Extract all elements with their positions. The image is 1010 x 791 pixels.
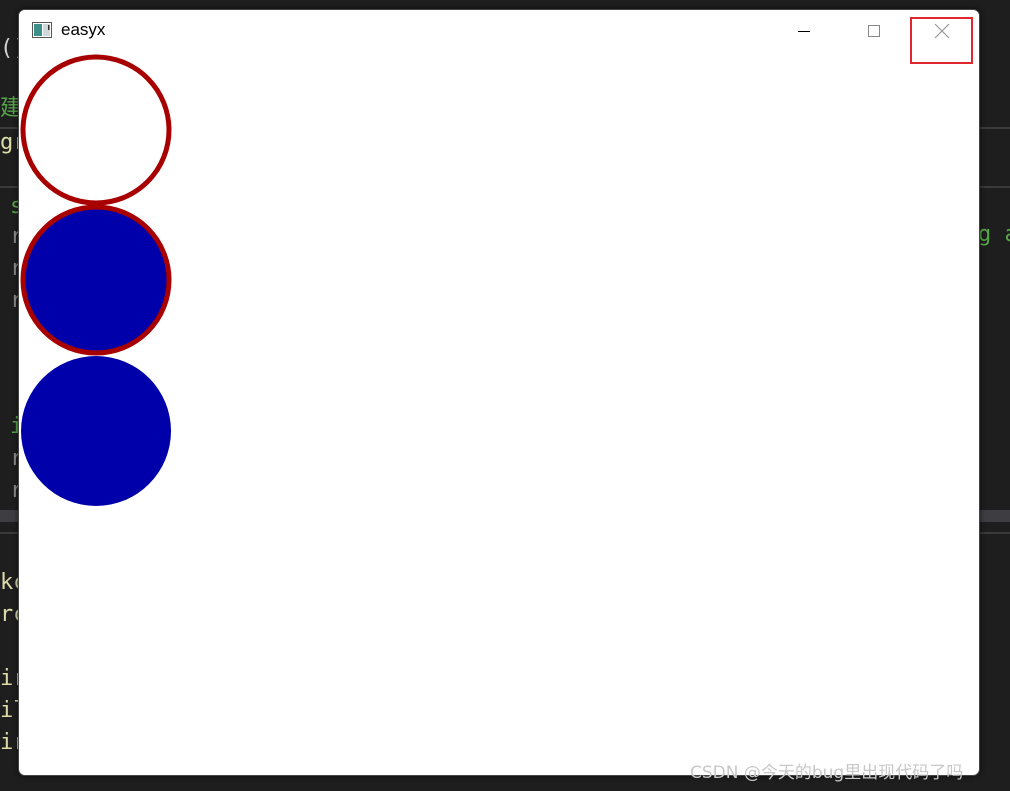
- bg-code-fragment: g a: [978, 222, 1010, 247]
- drawing-canvas: [20, 54, 172, 506]
- maximize-icon: [868, 25, 880, 37]
- circle-outline: [20, 54, 172, 206]
- app-icon: [32, 22, 52, 38]
- minimize-button[interactable]: [774, 10, 834, 52]
- circle-filled-outlined: [20, 204, 172, 356]
- csdn-watermark: CSDN @今天的bug里出现代码了吗: [690, 763, 964, 783]
- window-title: easyx: [61, 20, 106, 39]
- desktop-screen: () 建 gr s r r r i r r kc rc ir il ir g a…: [0, 0, 1010, 791]
- close-icon: [934, 23, 950, 39]
- window-titlebar[interactable]: easyx: [19, 10, 979, 52]
- minimize-icon: [798, 31, 810, 32]
- easyx-window: easyx: [18, 9, 980, 776]
- maximize-button[interactable]: [844, 10, 904, 52]
- circle-filled: [21, 356, 171, 506]
- close-button[interactable]: [912, 10, 972, 52]
